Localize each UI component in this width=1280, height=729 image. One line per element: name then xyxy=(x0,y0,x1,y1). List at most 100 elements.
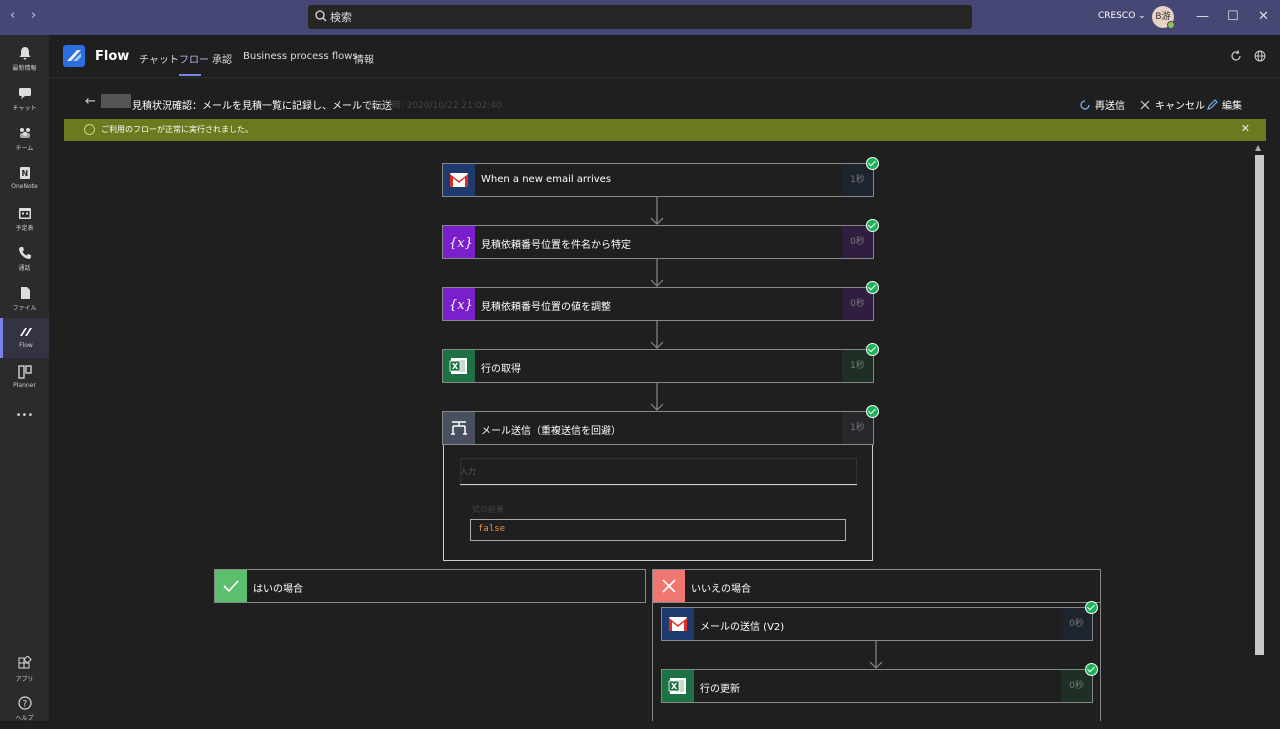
success-check-icon xyxy=(84,124,95,135)
svg-text:{x}: {x} xyxy=(449,236,473,251)
flow-step-4[interactable]: X 行の取得 1秒 xyxy=(442,349,874,383)
resubmit-icon xyxy=(1080,100,1090,110)
condition-result-label: 式の結果 xyxy=(472,505,504,514)
tenant-switcher[interactable]: CRESCO ⌄ xyxy=(1098,11,1146,21)
rail-item-6[interactable]: 通話 xyxy=(0,239,49,279)
no-branch-step-1[interactable]: メールの送信 (V2) 0秒 xyxy=(661,607,1093,641)
condition-result-value: false xyxy=(470,519,846,541)
no-branch-header[interactable]: いいえの場合 xyxy=(652,569,1101,603)
checkmark-icon xyxy=(215,570,247,602)
success-check-icon xyxy=(1085,663,1098,676)
flow-logo-icon xyxy=(63,45,85,67)
divider xyxy=(460,484,857,485)
branch-label: はいの場合 xyxy=(253,584,303,595)
gmail-icon xyxy=(443,164,475,196)
search-icon xyxy=(315,10,327,22)
flow-step-1[interactable]: When a new email arrives 1秒 xyxy=(442,163,874,197)
phone-icon xyxy=(18,247,31,259)
resubmit-button[interactable]: 再送信 xyxy=(1079,97,1125,112)
rail-item-label: OneNote xyxy=(11,183,38,190)
flow-step-5[interactable]: メール送信（重複送信を回避） 1秒 xyxy=(442,411,874,445)
no-branch-step-2[interactable]: X 行の更新 0秒 xyxy=(661,669,1093,703)
rail-item-4[interactable]: N OneNote xyxy=(0,159,49,199)
cancel-button[interactable]: キャンセル xyxy=(1139,97,1205,112)
back-nav-icon[interactable]: ‹ xyxy=(10,8,15,23)
flow-step-3[interactable]: {x} 見積依頼番号位置の値を調整 0秒 xyxy=(442,287,874,321)
condition-details: 入力 式の結果 false xyxy=(443,443,873,561)
rail-item-10[interactable]: ••• xyxy=(0,398,49,438)
avatar[interactable]: B游 xyxy=(1152,6,1175,29)
cancel-label: キャンセル xyxy=(1155,101,1205,112)
edit-label: 編集 xyxy=(1222,101,1242,112)
connector-arrow-icon xyxy=(650,259,664,287)
tab-about[interactable]: 情報 xyxy=(354,51,374,66)
connector-arrow-icon xyxy=(869,641,883,669)
rail-item-1[interactable]: 最新情報 xyxy=(0,39,49,79)
banner-close-icon[interactable]: ✕ xyxy=(1241,122,1250,135)
pencil-icon xyxy=(1207,99,1218,110)
onenote-icon: N xyxy=(19,167,30,179)
file-icon xyxy=(20,287,30,299)
close-button[interactable]: ✕ xyxy=(1258,9,1269,24)
tab-business-process-flows[interactable]: Business process flows xyxy=(243,51,358,62)
step-label: 見積依頼番号位置の値を調整 xyxy=(481,302,611,313)
variable-icon: {x} xyxy=(443,226,475,258)
svg-text:X: X xyxy=(452,362,459,371)
rail-item-label: チャット xyxy=(12,105,37,112)
yes-branch-header[interactable]: はいの場合 xyxy=(214,569,646,603)
rail-item-3[interactable]: チーム xyxy=(0,119,49,159)
cross-icon xyxy=(653,570,685,602)
flow-step-2[interactable]: {x} 見積依頼番号位置を件名から特定 0秒 xyxy=(442,225,874,259)
rail-item-8[interactable]: Flow xyxy=(0,318,49,358)
edit-button[interactable]: 編集 xyxy=(1206,97,1242,112)
gmail-icon xyxy=(662,608,694,640)
success-check-icon xyxy=(866,157,879,170)
scrollbar-thumb[interactable] xyxy=(1255,155,1264,655)
rail-bottom-item-1[interactable]: アプリ xyxy=(0,650,49,690)
vertical-scrollbar[interactable]: ▲ xyxy=(1253,141,1266,721)
app-rail: 最新情報チャットチーム N OneNote 予定表通話ファイル Flow Planner •… xyxy=(0,35,49,722)
bell-icon xyxy=(19,47,30,60)
resubmit-label: 再送信 xyxy=(1095,101,1125,112)
rail-item-2[interactable]: チャット xyxy=(0,79,49,119)
step-label: 行の更新 xyxy=(700,684,740,695)
maximize-button[interactable]: ☐ xyxy=(1227,9,1239,24)
rail-item-label: Planner xyxy=(13,382,36,389)
help-icon: ? xyxy=(17,696,32,710)
rail-item-label: チーム xyxy=(15,145,34,152)
back-arrow-icon[interactable]: ← xyxy=(85,94,96,109)
tab-approvals[interactable]: 承認 xyxy=(212,51,232,66)
step-label: 行の取得 xyxy=(481,364,521,375)
success-check-icon xyxy=(1085,601,1098,614)
apps-icon xyxy=(18,656,32,669)
rail-bottom-item-2[interactable]: ? ヘルプ xyxy=(0,689,49,729)
condition-input-label: 入力 xyxy=(460,467,476,476)
minimize-button[interactable]: — xyxy=(1196,9,1209,24)
globe-icon[interactable] xyxy=(1254,50,1266,62)
search-placeholder: 検索 xyxy=(330,11,352,24)
tab-chat[interactable]: チャット xyxy=(139,51,179,66)
success-check-icon xyxy=(866,219,879,232)
tab-flows[interactable]: フロー xyxy=(179,51,209,66)
rail-item-7[interactable]: ファイル xyxy=(0,279,49,319)
condition-icon xyxy=(443,412,475,444)
flow-icon xyxy=(20,328,32,336)
search-input[interactable]: 検索 xyxy=(308,5,972,29)
flow-canvas[interactable]: 入力 式の結果 false ▲ When a new email arrives… xyxy=(64,141,1266,721)
connector-arrow-icon xyxy=(650,383,664,411)
step-label: メールの送信 (V2) xyxy=(700,622,785,633)
rail-item-9[interactable]: Planner xyxy=(0,358,49,398)
rail-item-label: Flow xyxy=(19,342,33,349)
cancel-icon xyxy=(1140,100,1150,110)
rail-item-5[interactable]: 予定表 xyxy=(0,199,49,239)
redacted-block xyxy=(101,94,131,108)
forward-nav-icon[interactable]: › xyxy=(31,8,36,23)
excel-icon: X xyxy=(662,670,694,702)
scroll-up-icon[interactable]: ▲ xyxy=(1255,143,1261,152)
refresh-icon[interactable] xyxy=(1230,50,1242,62)
rail-item-label: 通話 xyxy=(18,265,31,272)
success-banner: ご利用のフローが正常に実行されました。 ✕ xyxy=(64,119,1266,141)
planner-icon xyxy=(17,365,32,379)
success-check-icon xyxy=(866,343,879,356)
app-header: Flow チャット フロー 承認 Business process flows … xyxy=(49,35,1280,78)
